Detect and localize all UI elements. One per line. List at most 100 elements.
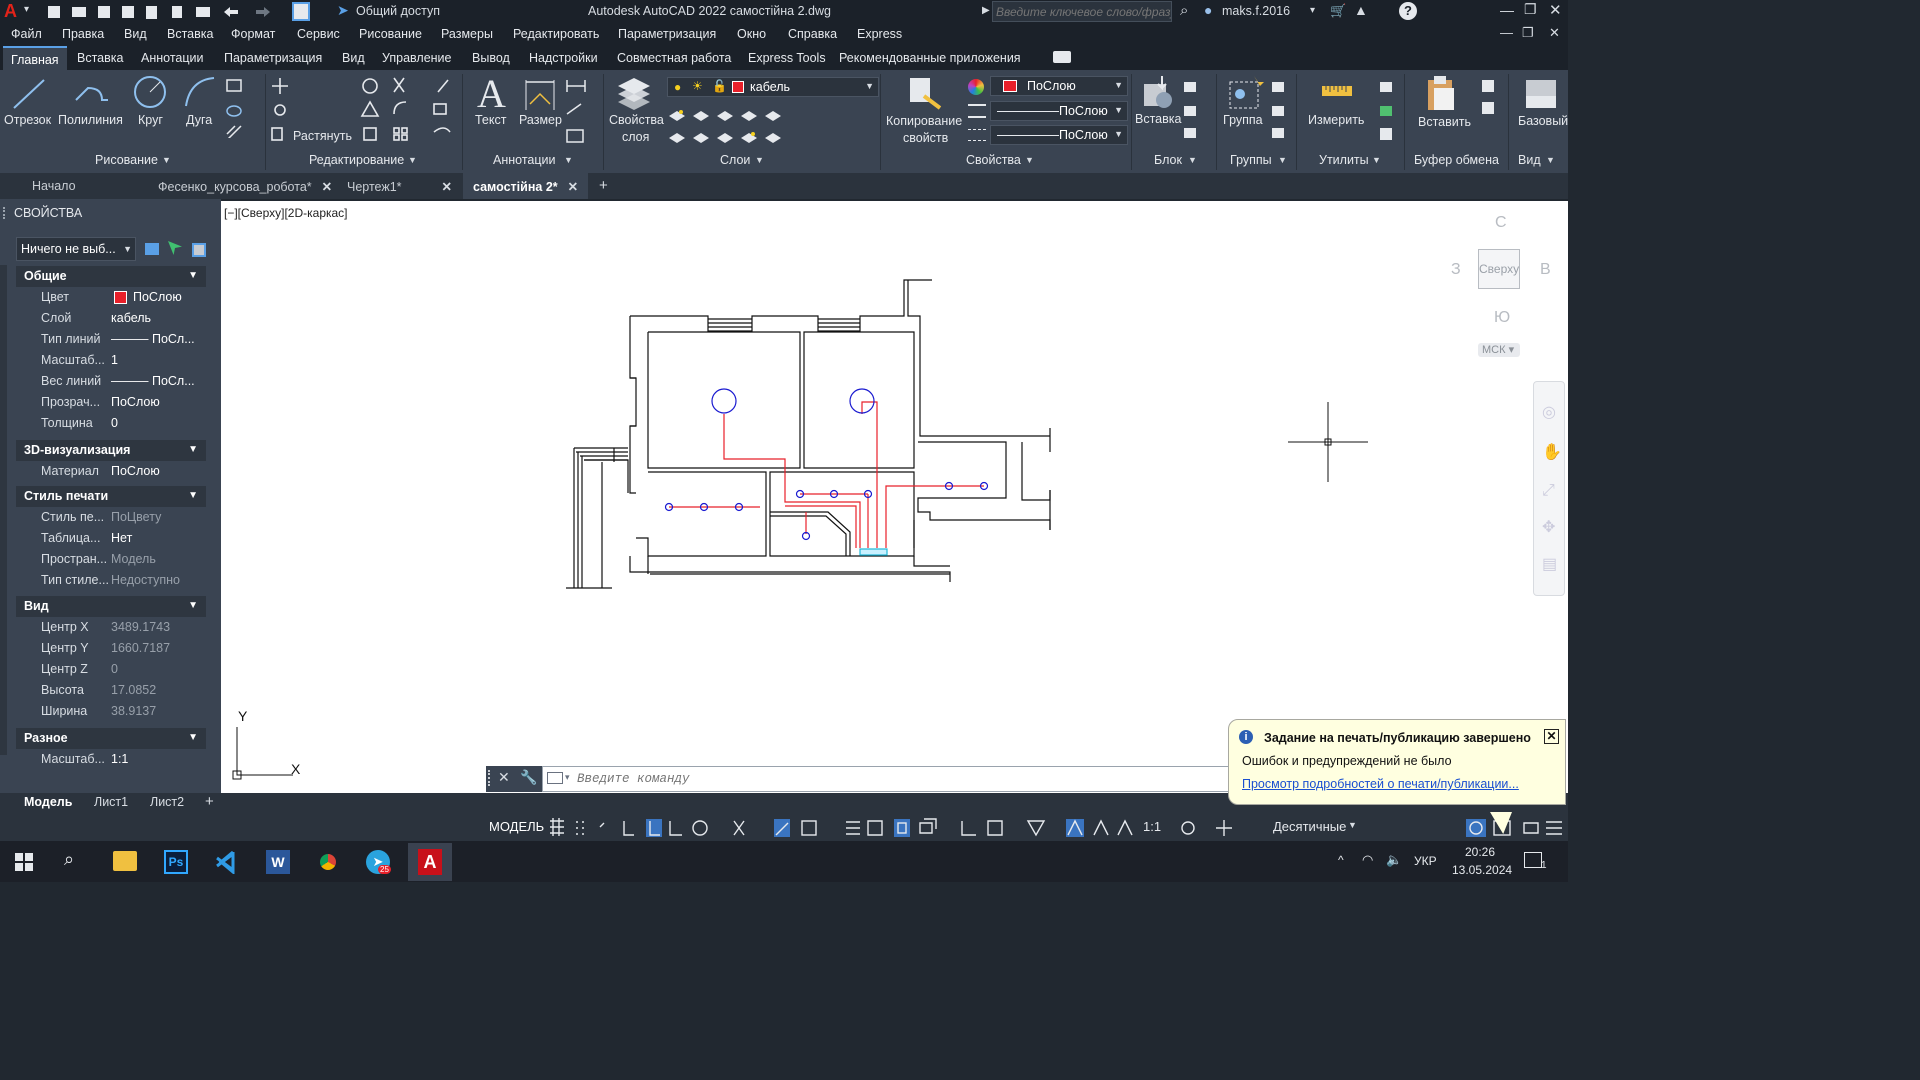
text-icon[interactable]: A — [477, 70, 506, 117]
notification-close-icon[interactable]: ✕ — [1544, 729, 1559, 744]
annotation-scale[interactable]: 1:1 — [1143, 819, 1161, 834]
group-small-icons[interactable] — [1270, 78, 1292, 144]
linetype-icon[interactable] — [968, 129, 986, 141]
steering-wheel-icon[interactable]: ◎ — [1542, 402, 1556, 422]
keyword-search-input[interactable] — [992, 1, 1172, 22]
command-history-chevron-icon[interactable]: ▾ — [565, 772, 570, 783]
prop-width[interactable]: Ширина 38.9137 — [16, 701, 206, 722]
section-3d-viz[interactable]: 3D-визуализация ▼ — [16, 440, 206, 461]
layout-tab-sheet2[interactable]: Лист2 — [150, 795, 184, 809]
clock-date[interactable]: 13.05.2024 — [1452, 863, 1512, 877]
ucs-menu[interactable]: МСК ▾ — [1478, 343, 1520, 357]
autocad-logo-icon[interactable]: A — [4, 1, 17, 22]
draw-small-tools-icon[interactable] — [225, 78, 257, 138]
prop-center-y[interactable]: Центр Y 1660.7187 — [16, 638, 206, 659]
restore-icon[interactable]: ❐ — [1524, 1, 1537, 18]
panel-draw-chevron-icon[interactable]: ▼ — [162, 155, 171, 165]
doc-close-icon[interactable]: ✕ — [1549, 25, 1560, 41]
word-icon[interactable]: W — [266, 850, 290, 874]
share-icon[interactable]: ➤ — [337, 2, 349, 19]
prop-plot-style-type[interactable]: Тип стиле... Недоступно — [16, 570, 206, 591]
panel-properties-chevron-icon[interactable]: ▼ — [1025, 155, 1034, 165]
panel-block-label[interactable]: Блок — [1154, 153, 1182, 167]
menu-draw[interactable]: Рисование — [359, 27, 422, 41]
match-properties-line1[interactable]: Копирование — [886, 114, 962, 128]
menu-insert[interactable]: Вставка — [167, 27, 213, 41]
base-view-button[interactable]: Базовый — [1518, 114, 1568, 128]
panel-annotation-label[interactable]: Аннотации — [493, 153, 555, 167]
minimize-icon[interactable]: — — [1500, 2, 1514, 18]
windows-start-icon[interactable] — [15, 853, 33, 871]
app-menu-chevron-icon[interactable]: ▾ — [24, 4, 29, 15]
panel-clipboard-label[interactable]: Буфер обмена — [1414, 153, 1499, 167]
menu-express[interactable]: Express — [857, 27, 902, 41]
layer-properties-line2[interactable]: слоя — [622, 130, 649, 144]
tab-output[interactable]: Вывод — [472, 51, 510, 65]
command-grip-icon[interactable] — [488, 770, 492, 786]
match-properties-icon[interactable] — [906, 74, 946, 112]
clipboard-small-icons[interactable] — [1480, 78, 1502, 118]
panel-view-chevron-icon[interactable]: ▼ — [1546, 155, 1555, 165]
group-button[interactable]: Группа — [1223, 113, 1263, 127]
prop-annotation-scale[interactable]: Масштаб... 1:1 — [16, 749, 206, 770]
arc-icon[interactable] — [182, 74, 218, 110]
doc-tab-coursework[interactable]: Фесенко_курсова_робота* ✕ — [148, 173, 342, 199]
select-objects-icon[interactable] — [168, 241, 182, 255]
lineweight-icon[interactable] — [968, 104, 986, 118]
drawing-canvas[interactable]: Y X С З В Ю Сверху МСК ▾ ◎ ✋ ⤢ ✥ ▤ — [221, 201, 1568, 793]
status-toggles[interactable] — [548, 817, 1568, 839]
layer-tools-icons[interactable] — [667, 102, 787, 146]
taskbar-search-icon[interactable]: ⌕ — [64, 849, 74, 870]
selection-dropdown[interactable]: Ничего не выб... ▼ — [16, 237, 136, 261]
line-icon[interactable] — [10, 76, 48, 112]
section-general[interactable]: Общие ▼ — [16, 266, 206, 287]
user-name[interactable]: maks.f.2016 — [1222, 4, 1290, 18]
polyline-icon[interactable] — [72, 76, 112, 112]
viewcube-north[interactable]: С — [1495, 214, 1507, 232]
close-icon[interactable]: ✕ — [1549, 1, 1562, 19]
new-layout-icon[interactable]: + — [205, 793, 214, 810]
viewcube-face[interactable]: Сверху — [1478, 249, 1520, 289]
menu-file[interactable]: Файл — [11, 27, 42, 41]
section-misc[interactable]: Разное ▼ — [16, 728, 206, 749]
polyline-button[interactable]: Полилиния — [58, 113, 123, 127]
vscode-icon[interactable] — [215, 850, 239, 874]
command-close-icon[interactable]: ✕ — [498, 769, 510, 786]
help-icon[interactable]: ? — [1399, 2, 1417, 20]
measure-icon[interactable] — [1320, 80, 1354, 104]
menu-format[interactable]: Формат — [231, 27, 275, 41]
command-customize-icon[interactable]: 🔧 — [520, 769, 537, 786]
search-icon[interactable]: ⌕ — [1180, 2, 1188, 19]
quick-access-toolbar[interactable] — [48, 4, 288, 20]
file-explorer-icon[interactable] — [113, 851, 137, 871]
lineweight-dropdown[interactable]: ПоСлою ▼ — [990, 101, 1128, 121]
utilities-small-icons[interactable] — [1378, 78, 1400, 144]
tab-annotate[interactable]: Аннотации — [141, 51, 203, 65]
menu-dimension[interactable]: Размеры — [441, 27, 493, 41]
panel-layers-label[interactable]: Слои — [720, 153, 750, 167]
palette-grip-icon[interactable] — [3, 207, 8, 219]
line-button[interactable]: Отрезок — [4, 113, 51, 127]
panel-utilities-label[interactable]: Утилиты — [1319, 153, 1369, 167]
notification-details-link[interactable]: Просмотр подробностей о печати/публикаци… — [1242, 777, 1519, 791]
panel-layers-chevron-icon[interactable]: ▼ — [755, 155, 764, 165]
circle-button[interactable]: Круг — [138, 113, 163, 127]
stretch-button[interactable]: Растянуть — [293, 129, 352, 143]
section-plot-style[interactable]: Стиль печати ▼ — [16, 486, 206, 507]
autocad-taskbar-icon[interactable]: A — [418, 849, 442, 875]
user-icon[interactable]: ● — [1204, 2, 1212, 18]
new-tab-icon[interactable]: + — [599, 177, 608, 194]
prop-linetype[interactable]: Тип линий ——— ПоСл... — [16, 329, 206, 350]
pan-icon[interactable]: ✋ — [1542, 442, 1562, 462]
insert-button[interactable]: Вставка — [1135, 112, 1181, 126]
prop-transparency[interactable]: Прозрач... ПоСлою — [16, 392, 206, 413]
panel-properties-label[interactable]: Свойства — [966, 153, 1021, 167]
layout-tab-model[interactable]: Модель — [24, 795, 72, 809]
tab-collaborate[interactable]: Совместная работа — [617, 51, 731, 65]
command-input[interactable] — [577, 769, 1177, 789]
close-tab-icon[interactable]: ✕ — [568, 180, 578, 194]
doc-minimize-icon[interactable]: — — [1500, 25, 1513, 40]
paste-icon[interactable] — [1424, 74, 1460, 112]
panel-modify-chevron-icon[interactable]: ▼ — [408, 155, 417, 165]
chrome-icon[interactable] — [316, 850, 340, 874]
